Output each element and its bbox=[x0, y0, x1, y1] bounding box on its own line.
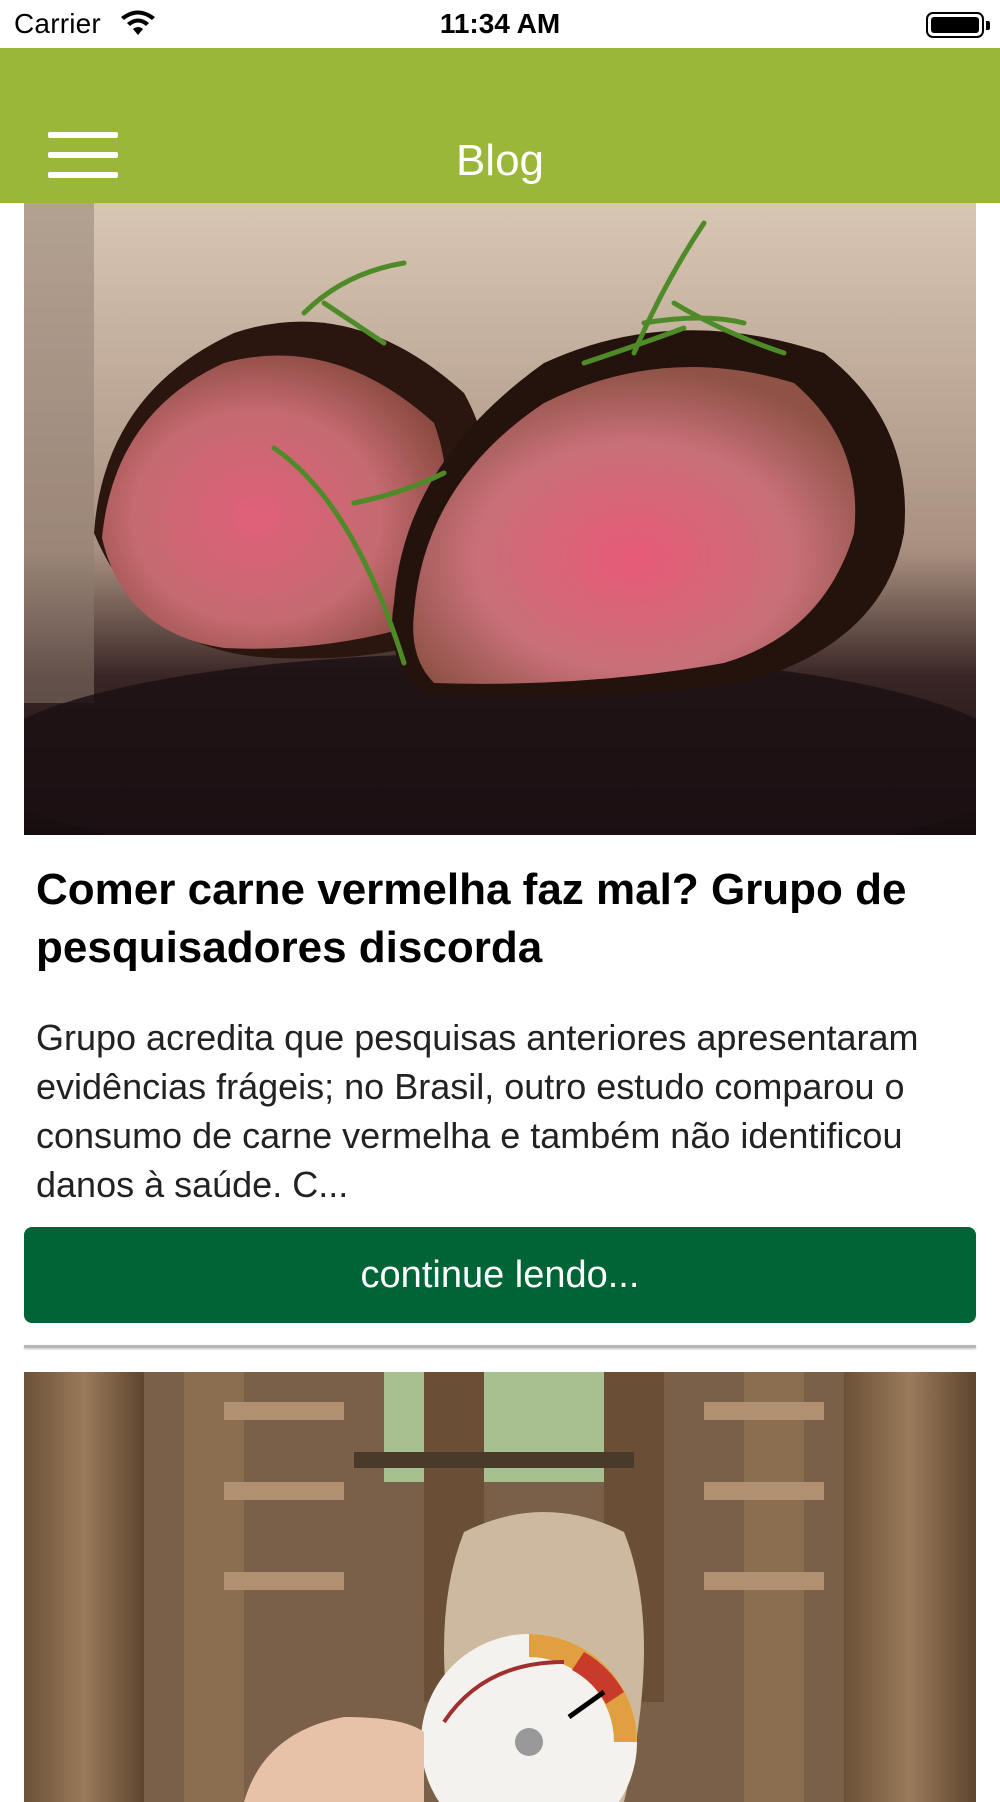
post-excerpt: Grupo acredita que pesquisas anteriores … bbox=[36, 1017, 919, 1205]
blog-post bbox=[0, 1372, 1000, 1802]
navigation-bar: Blog bbox=[0, 48, 1000, 203]
post-image[interactable] bbox=[24, 1372, 976, 1802]
status-bar: Carrier 11:34 AM bbox=[0, 0, 1000, 48]
post-image[interactable] bbox=[24, 203, 976, 835]
page-title: Blog bbox=[455, 136, 545, 185]
blog-post: Comer carne vermelha faz mal? Grupo de p… bbox=[0, 203, 1000, 1348]
clock: 11:34 AM bbox=[439, 8, 561, 39]
post-divider bbox=[24, 1345, 976, 1348]
post-title[interactable]: Comer carne vermelha faz mal? Grupo de p… bbox=[36, 861, 964, 977]
continue-reading-button[interactable]: continue lendo... bbox=[24, 1227, 976, 1323]
blog-feed: Comer carne vermelha faz mal? Grupo de p… bbox=[0, 203, 1000, 1802]
battery-icon bbox=[926, 12, 990, 38]
